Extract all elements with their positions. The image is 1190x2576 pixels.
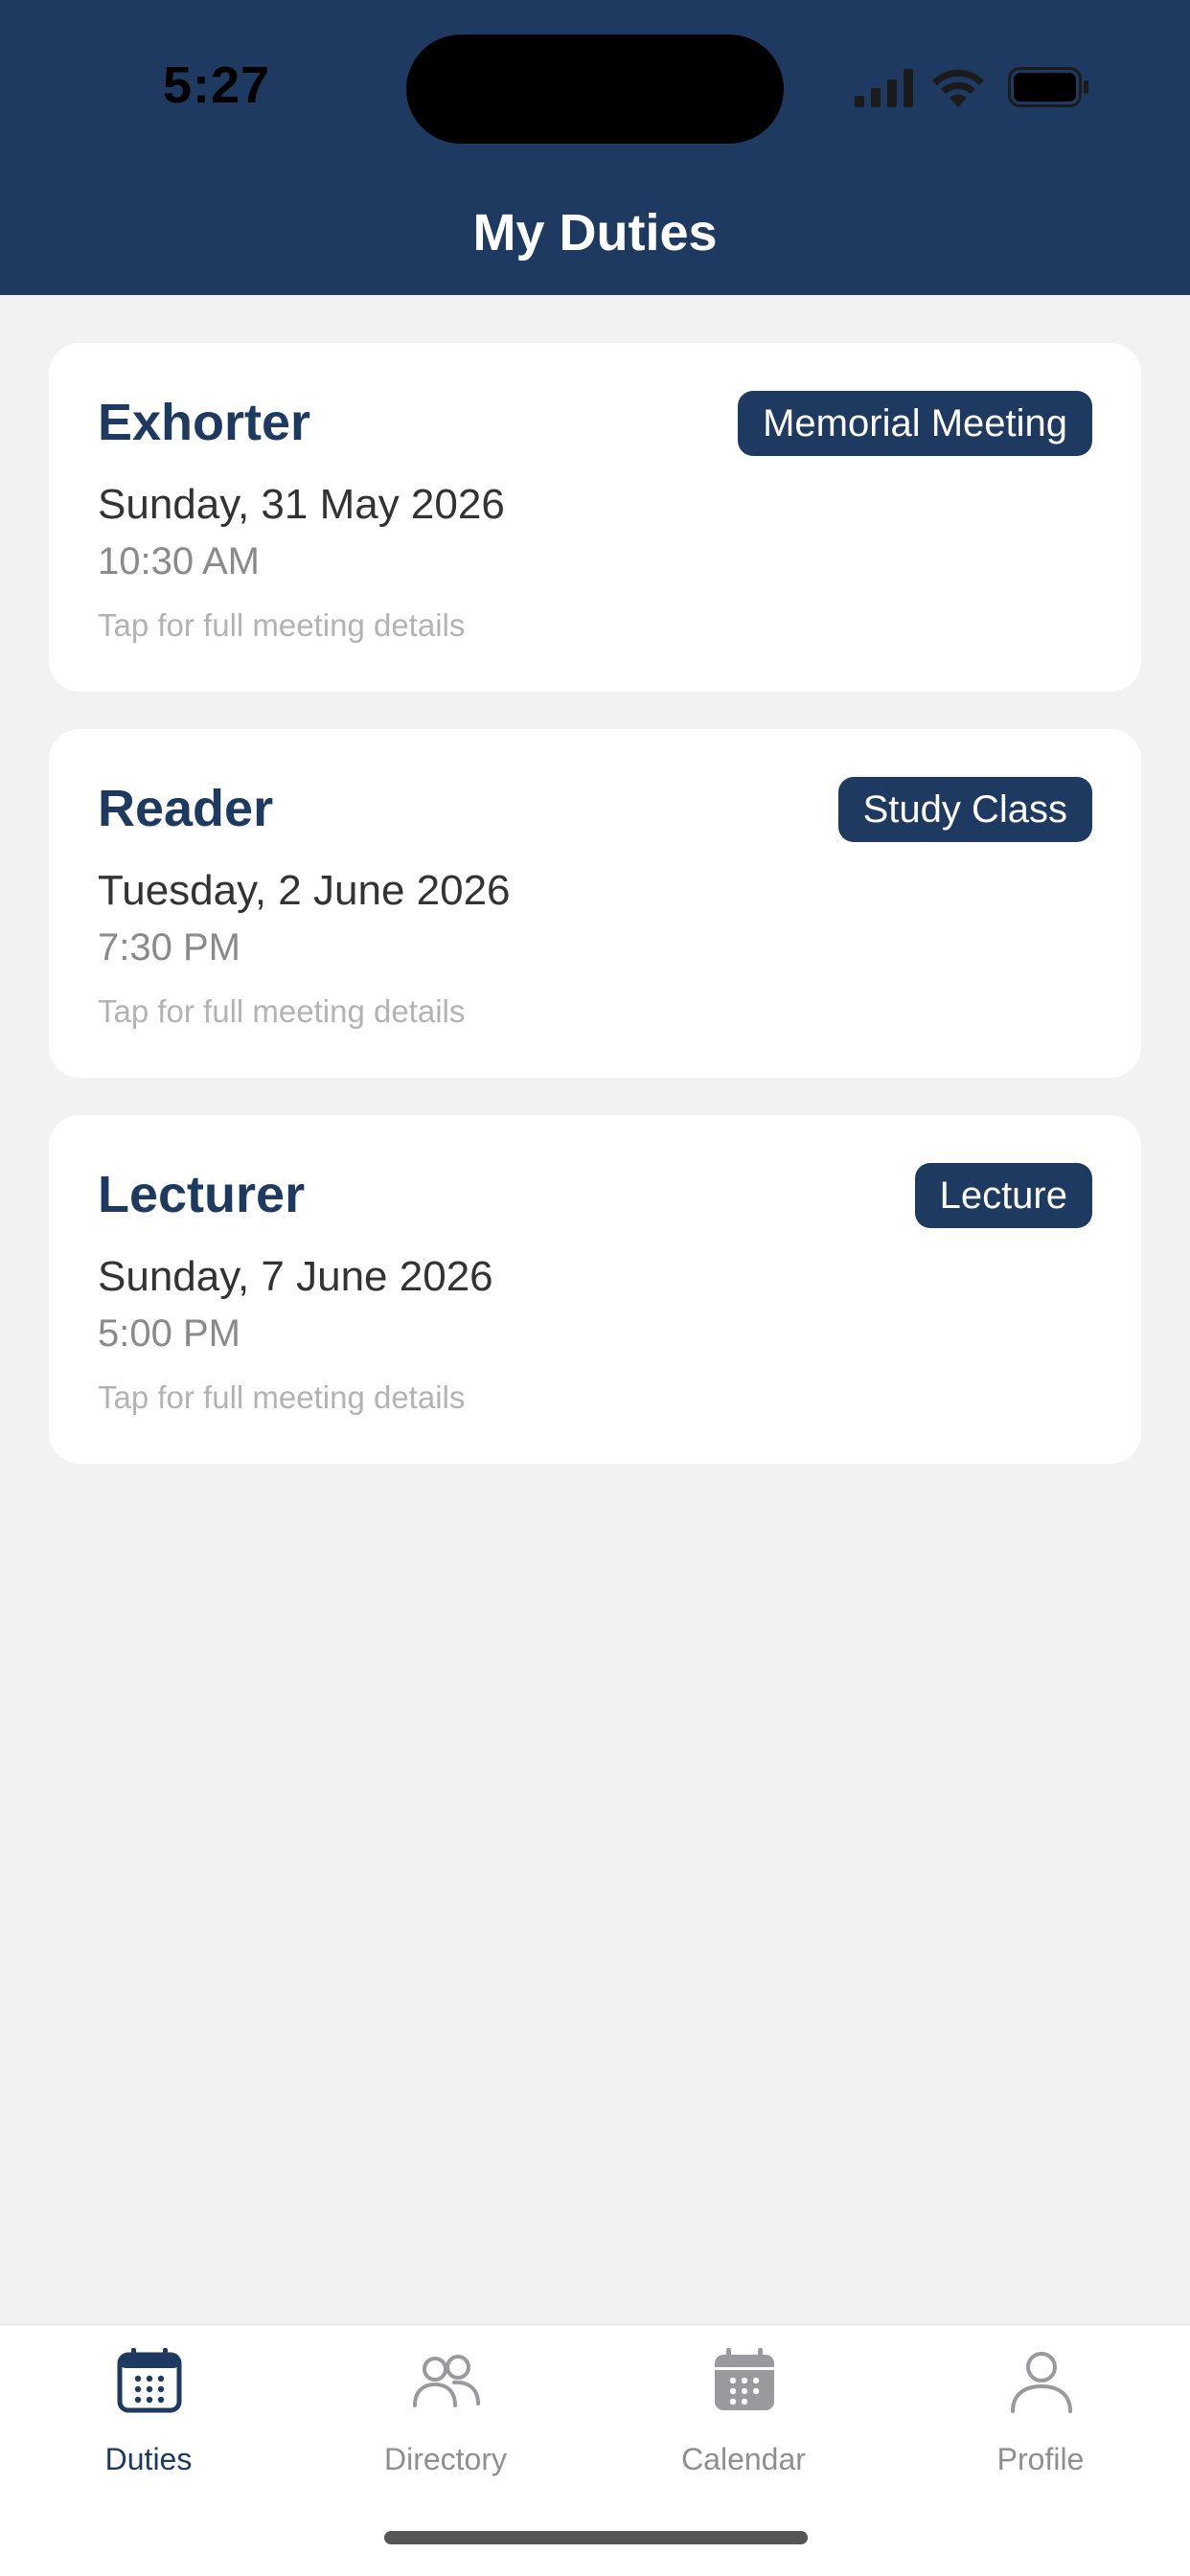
- duty-role: Reader: [98, 780, 274, 837]
- duty-date: Sunday, 7 June 2026: [98, 1253, 493, 1300]
- duty-date: Sunday, 31 May 2026: [98, 481, 505, 528]
- battery-icon: [1008, 67, 1088, 107]
- home-indicator: [384, 2531, 808, 2544]
- duty-card[interactable]: Lecturer Lecture Sunday, 7 June 2026 5:0…: [49, 1115, 1141, 1464]
- meeting-type-badge: Study Class: [837, 777, 1092, 842]
- meeting-type-badge: Lecture: [914, 1163, 1092, 1228]
- tab-label: Directory: [383, 2442, 507, 2476]
- tab-directory[interactable]: Directory: [297, 2325, 594, 2517]
- header-bar: 5:27 My Duties: [0, 0, 1190, 295]
- duty-card[interactable]: Exhorter Memorial Meeting Sunday, 31 May…: [49, 343, 1141, 692]
- duty-role: Exhorter: [98, 394, 311, 451]
- duty-role: Lecturer: [98, 1166, 306, 1223]
- status-time: 5:27: [163, 57, 271, 114]
- duty-card[interactable]: Reader Study Class Tuesday, 2 June 2026 …: [49, 729, 1141, 1078]
- wifi-icon: [932, 69, 984, 107]
- tab-label: Duties: [104, 2442, 193, 2476]
- tab-calendar[interactable]: Calendar: [595, 2325, 892, 2517]
- duty-time: 7:30 PM: [98, 926, 240, 969]
- tab-label: Profile: [996, 2442, 1085, 2476]
- details-hint: Tap for full meeting details: [98, 993, 466, 1029]
- tab-label: Calendar: [681, 2442, 806, 2476]
- dynamic-island: [406, 34, 784, 144]
- tab-duties[interactable]: Duties: [0, 2325, 297, 2517]
- people-icon: [413, 2355, 480, 2407]
- duty-date: Tuesday, 2 June 2026: [98, 867, 511, 914]
- calendar-icon: [117, 2348, 182, 2413]
- cellular-signal-icon: [855, 69, 913, 107]
- tab-profile[interactable]: Profile: [892, 2325, 1189, 2517]
- duty-time: 5:00 PM: [98, 1312, 240, 1355]
- details-hint: Tap for full meeting details: [98, 607, 466, 643]
- meeting-type-badge: Memorial Meeting: [738, 391, 1092, 456]
- page-title: My Duties: [472, 204, 718, 262]
- details-hint: Tap for full meeting details: [98, 1379, 466, 1415]
- person-icon: [1011, 2352, 1072, 2413]
- duty-time: 10:30 AM: [98, 540, 261, 582]
- calendar-filled-icon: [715, 2348, 774, 2410]
